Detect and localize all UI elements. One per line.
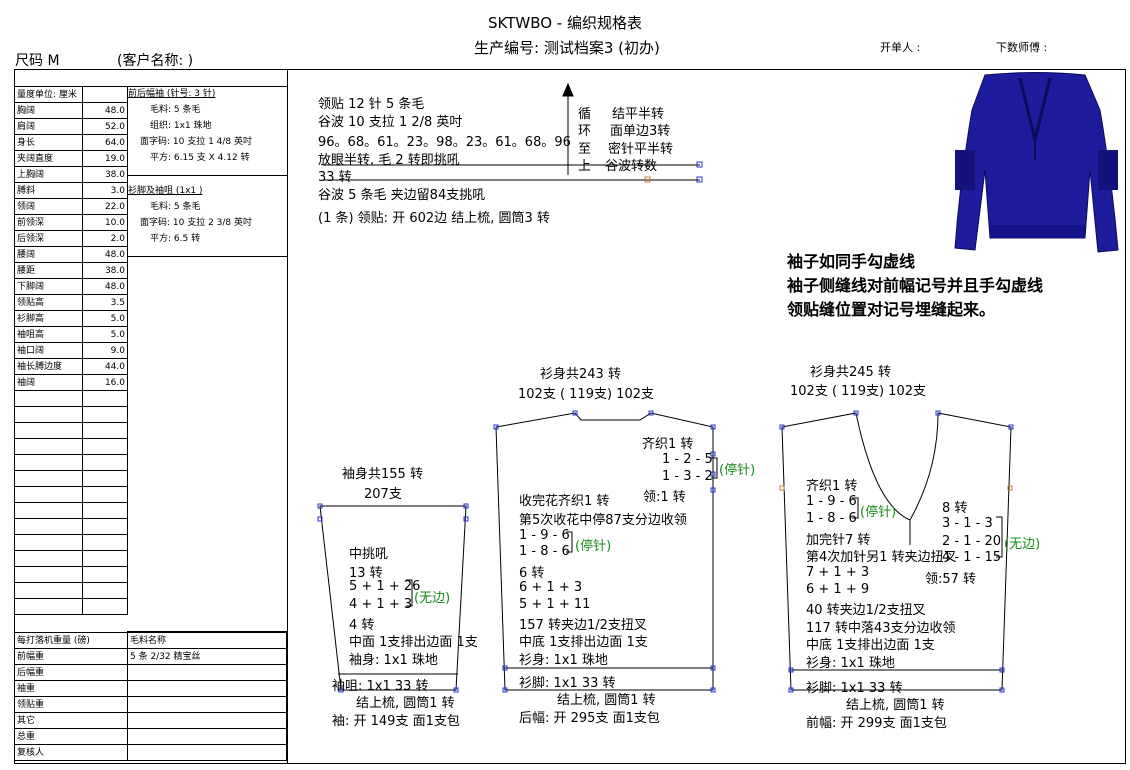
loop-line: 面单边3转 bbox=[610, 124, 671, 139]
sweater-illustration bbox=[954, 72, 1119, 253]
front-title: 衫身共245 转 bbox=[810, 365, 891, 380]
collar-line: 96。68。61。23。98。23。61。68。96 bbox=[318, 135, 571, 150]
front-line: 8 转 bbox=[942, 501, 968, 516]
no-edge-label: (无边) bbox=[1004, 537, 1041, 552]
sleeve-open: 袖: 开 149支 面1支包 bbox=[332, 714, 460, 729]
loop-char: 上 bbox=[578, 159, 592, 174]
front-line: 1 - 8 - 6 bbox=[806, 511, 857, 526]
loop-line: 谷波转数 bbox=[605, 159, 658, 174]
back-sub: 102支 ( 119支) 102支 bbox=[518, 387, 654, 402]
sleeve-line: 中面 1支排出边面 1支 bbox=[349, 635, 478, 650]
collar-line: 领贴 12 针 5 条毛 bbox=[318, 97, 425, 112]
sleeve-line: 5 + 1 + 26 bbox=[349, 579, 421, 594]
front-line: 6 + 1 + 9 bbox=[806, 582, 870, 597]
back-line: 1 - 8 - 6 bbox=[519, 544, 570, 559]
back-line: 第5次收花中停87支分边收领 bbox=[519, 513, 687, 528]
sleeve-line: 袖身: 1x1 珠地 bbox=[349, 653, 438, 668]
stop-needle-label: (停针) bbox=[575, 539, 612, 554]
sleeve-title: 袖身共155 转 bbox=[342, 467, 423, 482]
back-open: 后幅: 开 295支 面1支包 bbox=[519, 711, 660, 726]
front-sub: 102支 ( 119支) 102支 bbox=[790, 384, 926, 399]
instruction-note: 袖子如同手勾虚线 bbox=[787, 252, 916, 271]
back-line: 中底 1支排出边面 1支 bbox=[519, 635, 648, 650]
no-edge-label: (无边) bbox=[414, 591, 451, 606]
front-line: 中底 1支排出边面 1支 bbox=[806, 638, 935, 653]
instruction-note: 领贴缝位置对记号埋缝起来。 bbox=[787, 300, 996, 319]
front-line: 40 转夹边1/2支扭叉 bbox=[806, 603, 926, 618]
collar-line: 谷波 5 条毛 夹边留84支挑吼 bbox=[318, 188, 486, 203]
loop-char: 环 bbox=[578, 124, 592, 139]
back-line: 6 + 1 + 3 bbox=[519, 580, 583, 595]
sleeve-line: 4 + 1 + 3 bbox=[349, 597, 413, 612]
front-line: 1 - 9 - 6 bbox=[806, 494, 857, 509]
back-finish: 结上梳, 圆筒1 转 bbox=[557, 693, 656, 708]
sleeve-finish: 结上梳, 圆筒1 转 bbox=[356, 696, 455, 711]
front-neck: 领:57 转 bbox=[925, 572, 977, 587]
sleeve-line: 中挑吼 bbox=[349, 547, 389, 562]
back-line: 收完花齐织1 转 bbox=[519, 494, 610, 509]
back-line: 1 - 3 - 2 bbox=[662, 469, 713, 484]
stop-needle-label: (停针) bbox=[719, 463, 756, 478]
front-finish: 结上梳, 圆筒1 转 bbox=[846, 698, 945, 713]
front-line: 7 + 1 + 3 bbox=[806, 565, 870, 580]
stop-needle-label: (停针) bbox=[860, 505, 897, 520]
back-line: 6 转 bbox=[519, 566, 545, 581]
front-line: 3 - 1 - 3 bbox=[942, 516, 993, 531]
front-line: 衫身: 1x1 珠地 bbox=[806, 656, 895, 671]
collar-line: 33 转 bbox=[318, 170, 352, 185]
back-line: 领:1 转 bbox=[643, 490, 686, 505]
front-line: 第4次加针另1 转夹边扭叉 bbox=[806, 550, 957, 565]
collar-line: 谷波 10 支拉 1 2/8 英吋 bbox=[318, 115, 463, 130]
back-line: 1 - 9 - 6 bbox=[519, 528, 570, 543]
back-line: 5 + 1 + 11 bbox=[519, 597, 591, 612]
back-title: 衫身共243 转 bbox=[540, 367, 621, 382]
back-line: 衫身: 1x1 珠地 bbox=[519, 653, 608, 668]
front-open: 前幅: 开 299支 面1支包 bbox=[806, 716, 947, 731]
back-line: 齐织1 转 bbox=[642, 437, 694, 452]
sleeve-sub: 207支 bbox=[364, 487, 402, 502]
back-line: 1 - 2 - 5 bbox=[662, 452, 713, 467]
instruction-note: 袖子侧缝线对前幅记号并且手勾虚线 bbox=[787, 276, 1044, 295]
front-line: 齐织1 转 bbox=[806, 479, 858, 494]
collar-line: (1 条) 领贴: 开 602边 结上梳, 圆筒3 转 bbox=[318, 211, 550, 226]
